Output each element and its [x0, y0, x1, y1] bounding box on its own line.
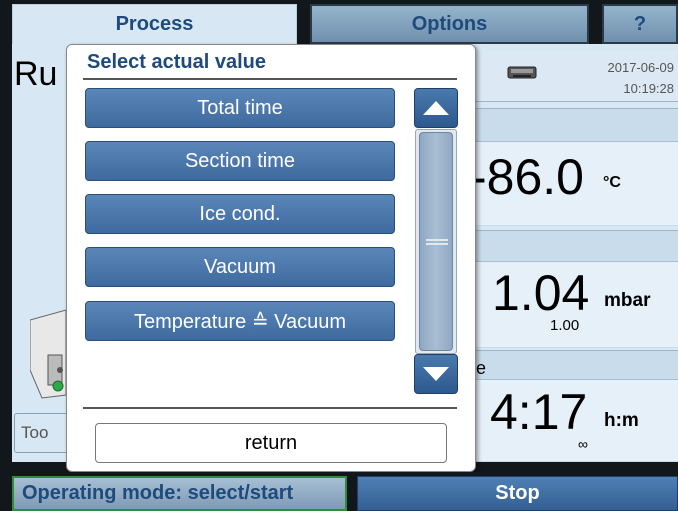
device-illustration	[29, 300, 70, 400]
temperature-unit: °C	[603, 174, 621, 191]
dialog-title-divider	[83, 78, 457, 80]
scroll-up-button[interactable]	[414, 88, 458, 128]
vacuum-setpoint: 1.00	[550, 317, 580, 334]
tools-button-label: Too	[21, 423, 49, 442]
option-section-time[interactable]: Section time	[85, 141, 395, 181]
option-ice-cond-label: Ice cond.	[199, 202, 281, 225]
select-value-dialog: Select actual value Total time Section t…	[66, 44, 476, 472]
chevron-down-icon	[423, 367, 449, 381]
tools-button[interactable]: Too	[14, 413, 70, 453]
option-ice-cond[interactable]: Ice cond.	[85, 194, 395, 234]
temperature-value: -86.0	[470, 149, 584, 205]
status-date: 2017-06-09	[607, 60, 675, 75]
operating-mode-label: Operating mode: select/start	[22, 482, 294, 504]
status-time: 10:19:28	[623, 81, 674, 96]
stop-button-label: Stop	[495, 482, 540, 504]
time-unit: h:m	[604, 410, 639, 431]
return-button-label: return	[244, 431, 298, 454]
stop-button[interactable]: Stop	[357, 476, 678, 511]
thumb-grip-icon	[426, 239, 448, 241]
option-section-time-label: Section time	[184, 149, 296, 172]
tab-help-label: ?	[633, 12, 647, 35]
tab-process[interactable]: Process	[12, 4, 297, 44]
option-temperature-vacuum-label: Temperature ≙ Vacuum	[133, 310, 347, 333]
return-button[interactable]: return	[95, 423, 447, 463]
dialog-title: Select actual value	[87, 51, 266, 73]
option-temperature-vacuum[interactable]: Temperature ≙ Vacuum	[85, 301, 395, 341]
operating-mode-button[interactable]: Operating mode: select/start	[12, 476, 347, 511]
chevron-up-icon	[423, 101, 449, 115]
scroll-down-button[interactable]	[414, 354, 458, 394]
vacuum-unit: mbar	[604, 290, 651, 311]
storage-icon	[507, 64, 537, 80]
time-section-label: e	[476, 358, 487, 378]
scroll-thumb[interactable]	[419, 132, 453, 351]
option-total-time[interactable]: Total time	[85, 88, 395, 128]
time-value: 4:17	[490, 384, 588, 440]
run-title: Ru	[14, 55, 58, 93]
tab-process-label: Process	[115, 13, 194, 35]
infinity-icon: ∞	[578, 436, 588, 452]
scroll-track[interactable]	[415, 129, 457, 354]
option-vacuum[interactable]: Vacuum	[85, 247, 395, 287]
dialog-footer-divider	[83, 407, 457, 409]
option-vacuum-label: Vacuum	[204, 255, 276, 278]
tab-options[interactable]: Options	[310, 4, 589, 44]
status-header: 2017-06-09 10:19:28	[465, 50, 678, 102]
vacuum-value: 1.04	[492, 265, 590, 321]
tab-help[interactable]: ?	[602, 4, 678, 44]
tab-options-label: Options	[411, 12, 488, 35]
option-total-time-label: Total time	[197, 96, 283, 119]
